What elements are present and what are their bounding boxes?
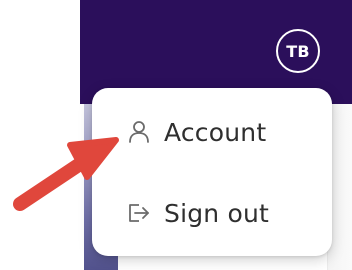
menu-item-account-label: Account bbox=[164, 117, 267, 147]
sign-out-icon bbox=[126, 200, 152, 226]
menu-item-sign-out[interactable]: Sign out bbox=[92, 186, 332, 240]
user-avatar-button[interactable]: TB bbox=[276, 29, 320, 73]
account-dropdown-menu: Account Sign out bbox=[92, 88, 332, 256]
menu-item-sign-out-label: Sign out bbox=[164, 198, 270, 228]
person-icon bbox=[126, 119, 152, 145]
menu-item-account[interactable]: Account bbox=[92, 105, 332, 159]
avatar-initials: TB bbox=[286, 41, 310, 61]
